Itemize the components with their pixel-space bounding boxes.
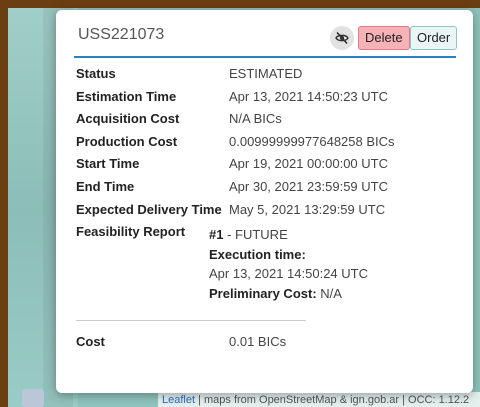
- prop-value: Apr 13, 2021 14:50:23 UTC: [229, 88, 388, 104]
- map-feature: [22, 389, 44, 407]
- execution-time-label: Execution time:: [209, 246, 306, 262]
- prop-key: Estimation Time: [76, 88, 177, 104]
- prop-key: Feasibility Report: [76, 224, 186, 240]
- prop-row-production-cost: Production Cost 0.00999999977648258 BICs: [76, 134, 466, 157]
- preliminary-cost-label: Preliminary Cost:: [209, 285, 317, 301]
- prop-value: N/A BICs: [229, 111, 282, 127]
- prop-value: ESTIMATED: [229, 66, 303, 81]
- order-popup: USS221073 Delete Order Status ESTIMATED …: [56, 10, 473, 393]
- execution-time-value: Apr 13, 2021 14:50:24 UTC: [209, 266, 368, 281]
- prop-key: Acquisition Cost: [76, 111, 180, 127]
- prop-row-expected-delivery: Expected Delivery Time May 5, 2021 13:29…: [76, 202, 466, 225]
- delete-button[interactable]: Delete: [358, 26, 410, 50]
- prop-value: May 5, 2021 13:29:59 UTC: [229, 201, 386, 217]
- cost-divider: [76, 320, 306, 321]
- feasibility-status: - FUTURE: [223, 227, 288, 242]
- prop-key: Start Time: [76, 156, 140, 172]
- prop-row-end-time: End Time Apr 30, 2021 23:59:59 UTC: [76, 179, 466, 202]
- leaflet-link[interactable]: Leaflet: [162, 394, 195, 406]
- cost-value: 0.01 BICs: [229, 334, 287, 349]
- prop-key: End Time: [76, 178, 135, 194]
- map-attribution: Leaflet | maps from OpenStreetMap & ign.…: [158, 392, 480, 407]
- prop-row-estimation-time: Estimation Time Apr 13, 2021 14:50:23 UT…: [76, 89, 466, 112]
- prop-key: Production Cost: [76, 133, 178, 149]
- order-button[interactable]: Order: [410, 26, 458, 50]
- prop-value: 0.00999999977648258 BICs: [229, 133, 395, 149]
- popup-title: USS221073: [78, 26, 165, 43]
- prop-row-start-time: Start Time Apr 19, 2021 00:00:00 UTC: [76, 156, 466, 179]
- prop-key: Status: [76, 66, 116, 81]
- prop-value: Apr 30, 2021 23:59:59 UTC: [229, 178, 388, 194]
- preliminary-cost-value: N/A: [316, 285, 342, 301]
- title-divider: [74, 56, 456, 58]
- feasibility-number: #1: [209, 227, 224, 242]
- prop-key: Expected Delivery Time: [76, 201, 222, 217]
- prop-value: Apr 19, 2021 00:00:00 UTC: [229, 156, 388, 172]
- attribution-text: | maps from OpenStreetMap & ign.gob.ar |…: [195, 394, 470, 406]
- prop-row-acquisition-cost: Acquisition Cost N/A BICs: [76, 111, 466, 134]
- prop-row-status: Status ESTIMATED: [76, 66, 466, 89]
- properties-list: Status ESTIMATED Estimation Time Apr 13,…: [76, 66, 466, 247]
- feasibility-report: #1 - FUTURE Execution time: Apr 13, 2021…: [209, 225, 368, 303]
- feasibility-line: #1 - FUTURE: [209, 225, 368, 245]
- eye-slash-icon[interactable]: [330, 26, 354, 50]
- cost-key: Cost: [76, 334, 105, 349]
